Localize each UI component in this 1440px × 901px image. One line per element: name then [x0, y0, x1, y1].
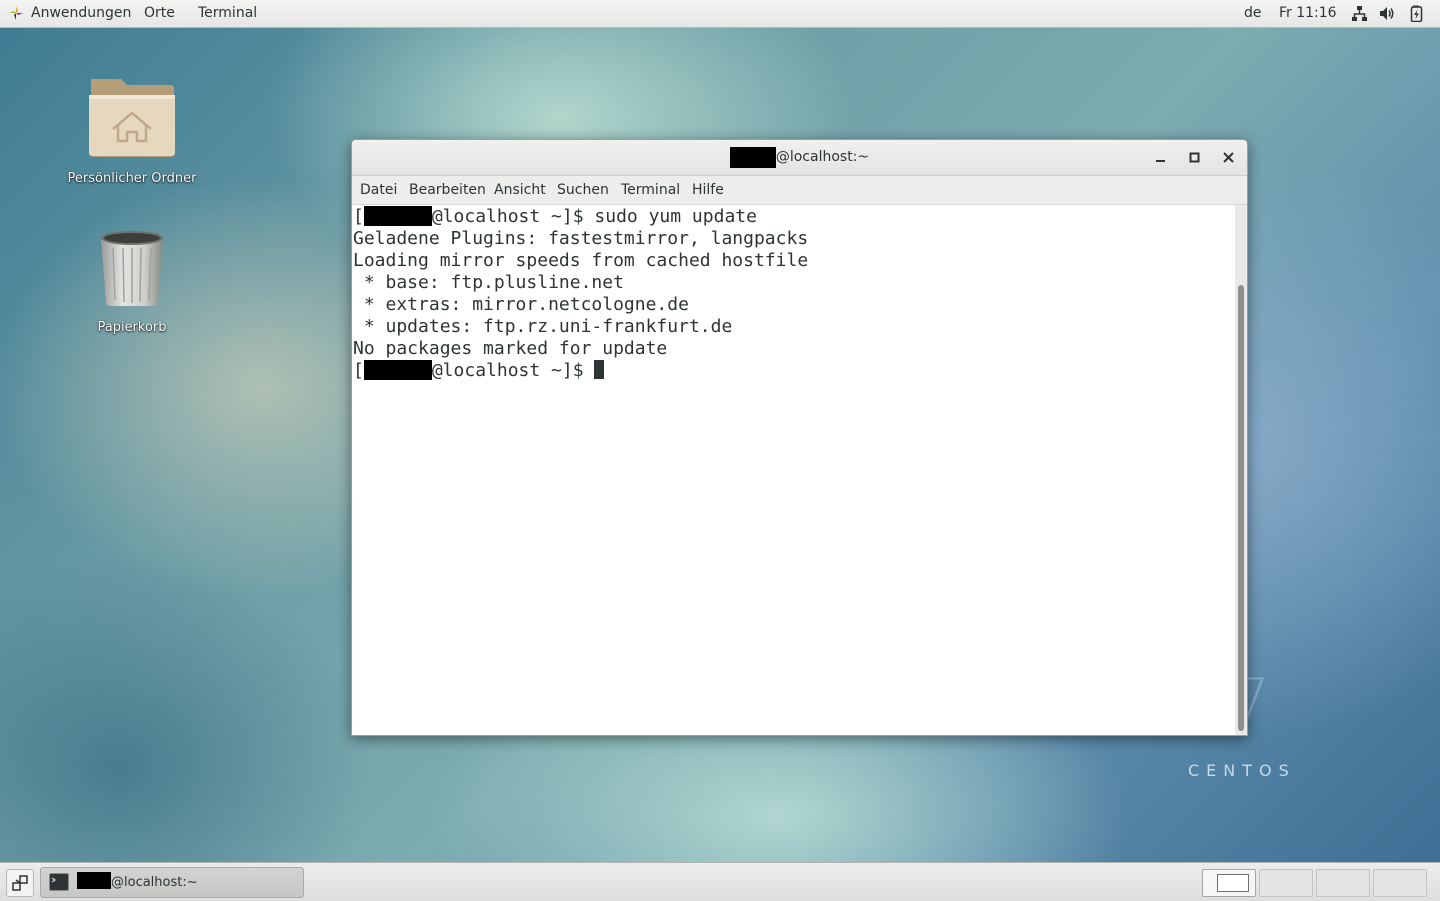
applications-icon [9, 6, 23, 20]
redacted-username [363, 360, 432, 380]
keyboard-layout-indicator[interactable]: de [1244, 0, 1262, 27]
centos-watermark: CENTOS [1188, 761, 1296, 780]
workspace-1[interactable] [1202, 869, 1256, 897]
terminal-window[interactable]: @localhost:~ Datei Bearbeiten Ansicht Su… [351, 139, 1248, 736]
menu-datei[interactable]: Datei [360, 176, 397, 204]
window-titlebar[interactable]: @localhost:~ [352, 140, 1247, 176]
terminal-line: * base: ftp.plusline.net [353, 272, 624, 293]
terminal-scrollbar[interactable] [1235, 205, 1247, 735]
terminal-line: Geladene Plugins: fastestmirror, langpac… [353, 228, 809, 249]
terminal-line: [ @localhost ~]$ sudo yum update [353, 206, 757, 228]
terminal-line: * updates: ftp.rz.uni-frankfurt.de [353, 316, 733, 337]
desktop-icon-home[interactable]: Persönlicher Ordner [57, 73, 207, 186]
top-bar: Anwendungen Orte Terminal de Fr 11:16 [0, 0, 1440, 28]
network-icon[interactable] [1351, 5, 1368, 22]
workspace-4[interactable] [1373, 869, 1427, 897]
terminal-line: * extras: mirror.netcologne.de [353, 294, 689, 315]
taskbar-button-label: @localhost:~ [77, 868, 198, 897]
workspace-3[interactable] [1316, 869, 1370, 897]
terminal-menubar: Datei Bearbeiten Ansicht Suchen Terminal… [352, 176, 1247, 205]
menu-terminal[interactable]: Terminal [198, 0, 257, 27]
trash-icon [101, 231, 163, 306]
workspace-window-preview [1217, 874, 1249, 892]
close-button[interactable] [1220, 149, 1237, 166]
desktop-icon-label: Persönlicher Ordner [67, 171, 197, 186]
window-title: @localhost:~ [352, 140, 1247, 175]
redacted-username [77, 872, 111, 889]
minimize-button[interactable] [1152, 149, 1169, 166]
terminal-line: Loading mirror speeds from cached hostfi… [353, 250, 809, 271]
show-desktop-icon [12, 875, 28, 891]
terminal-output[interactable]: [ @localhost ~]$ sudo yum update Geladene… [352, 205, 1235, 735]
taskbar-label-text: @localhost:~ [111, 875, 198, 890]
terminal-line-text: @localhost ~]$ sudo yum update [431, 206, 757, 227]
bottom-panel: @localhost:~ [0, 862, 1440, 901]
menu-hilfe[interactable]: Hilfe [692, 176, 724, 204]
battery-icon[interactable] [1408, 5, 1425, 22]
window-title-text: @localhost:~ [775, 149, 870, 165]
menu-bearbeiten[interactable]: Bearbeiten [409, 176, 486, 204]
desktop-icon-trash[interactable]: Papierkorb [57, 228, 207, 335]
menu-ansicht[interactable]: Ansicht [494, 176, 546, 204]
menu-orte[interactable]: Orte [144, 0, 175, 27]
menu-suchen[interactable]: Suchen [557, 176, 609, 204]
workspace-2[interactable] [1259, 869, 1313, 897]
show-desktop-button[interactable] [6, 869, 34, 897]
prompt-bracket: [ [353, 360, 364, 381]
desktop-icon-label: Papierkorb [97, 320, 167, 335]
menu-terminal-window[interactable]: Terminal [621, 176, 680, 204]
terminal-line: No packages marked for update [353, 338, 668, 359]
maximize-button[interactable] [1186, 149, 1203, 166]
redacted-username [729, 146, 776, 168]
text-cursor [594, 360, 605, 379]
taskbar-terminal-button[interactable]: @localhost:~ [40, 867, 304, 898]
terminal-line: [ @localhost ~]$ [353, 360, 605, 382]
clock[interactable]: Fr 11:16 [1279, 0, 1337, 27]
menu-anwendungen[interactable]: Anwendungen [31, 0, 131, 27]
terminal-icon [49, 873, 69, 891]
prompt-bracket: [ [353, 206, 364, 227]
terminal-line-text: @localhost ~]$ [431, 360, 595, 381]
home-folder-icon [89, 79, 175, 157]
volume-icon[interactable] [1379, 5, 1396, 22]
scrollbar-thumb[interactable] [1238, 285, 1244, 731]
redacted-username [363, 206, 432, 226]
